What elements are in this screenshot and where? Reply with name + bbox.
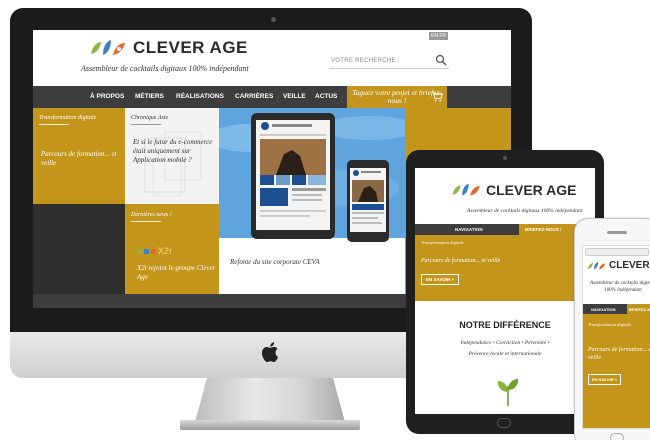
phone-gold-tile[interactable]: [583, 314, 650, 428]
tablet-camera: [503, 156, 507, 160]
search-icon[interactable]: [435, 54, 447, 66]
nav-item-carrieres[interactable]: CARRIÈRES: [235, 93, 273, 100]
leaf-icon: [497, 379, 519, 407]
tile-title: X2i rejoint le groupe Clever Age: [137, 264, 216, 281]
tablet-section-heading: NOTRE DIFFÉRENCE: [459, 320, 551, 330]
phone-home-button[interactable]: [610, 433, 624, 440]
site-tagline: Assembleur de cocktails digitaux 100% in…: [81, 64, 249, 73]
tile-kicker: Chronique Asie: [131, 115, 169, 121]
nested-tablet-screen: [256, 120, 330, 230]
nav-item-metiers[interactable]: MÉTIERS: [135, 93, 164, 100]
tile-chronique-asie[interactable]: Chronique Asie Et si le futur du e-comme…: [125, 108, 219, 204]
brand-name: CLEVER AGE: [609, 260, 650, 271]
tablet-values-text: Indépendance • Conviction • Pérennité • …: [415, 338, 595, 360]
nested-tablet-mockup: [251, 113, 335, 239]
tablet-tagline: Assembleur de cocktails digitaux 100% in…: [467, 208, 583, 214]
leaf-logo-icon: [452, 183, 480, 196]
nav-item-veille[interactable]: VEILLE: [283, 93, 306, 100]
tile-transformation-digitale[interactable]: Transformation digitale Parcours de form…: [33, 108, 125, 204]
phone-nav-label: NAVIGATION: [591, 307, 616, 312]
phone-site-logo[interactable]: CLEVER AGE: [587, 260, 650, 271]
phone-tile-kicker: Transformation digitale: [588, 322, 631, 327]
device-mockup-stage: CLEVER AGE Assembleur de cocktails digit…: [0, 0, 650, 440]
x2i-logo-text: X2i: [158, 246, 172, 256]
site-header: CLEVER AGE Assembleur de cocktails digit…: [33, 30, 511, 86]
phone-website-screen: CLEVER AGE Assembleur de cocktails digit…: [582, 245, 650, 429]
ceva-site-preview: [256, 120, 330, 230]
phone-address-bar[interactable]: [585, 248, 649, 256]
imac-stand-foot: [180, 420, 360, 430]
phone-speaker: [607, 231, 627, 234]
tile-hero-caption-area: [219, 238, 405, 294]
brand-name: CLEVER AGE: [486, 182, 577, 198]
leaf-logo-icon: [91, 40, 125, 55]
kicker-rule: [39, 124, 69, 125]
brief-us-cta-label: Taguez votre projet et briefez-nous !: [352, 88, 442, 105]
brand-name: CLEVER AGE: [133, 38, 248, 57]
phone-device: CLEVER AGE Assembleur de cocktails digit…: [574, 218, 650, 440]
hero-caption: Refonte du site corporate CEVA: [230, 258, 320, 266]
site-logo[interactable]: CLEVER AGE: [89, 38, 248, 58]
search-input[interactable]: VOTRE RECHERCHE :: [331, 58, 400, 64]
tablet-values-line-2: Présence locale et internationale: [468, 351, 542, 357]
apple-logo-icon: [261, 342, 279, 363]
tile-title: Parcours de formation... et veille: [41, 150, 117, 167]
tablet-home-button[interactable]: [497, 418, 511, 428]
nested-phone-screen: [350, 168, 386, 232]
leaf-logo-icon: [588, 261, 605, 269]
phone-tile-title: Parcours de formation... et veille: [588, 347, 650, 361]
phone-more-button[interactable]: EN SAVOIR +: [588, 374, 622, 385]
tablet-tile-kicker: Transformation digitale: [421, 240, 464, 245]
nav-item-a-propos[interactable]: À PROPOS: [90, 93, 124, 100]
tablet-more-button[interactable]: EN SAVOIR +: [421, 274, 460, 285]
phone-brief-button[interactable]: BRIEFEZ-NOUS: [627, 304, 650, 314]
tile-kicker: Dernières news !: [131, 212, 172, 218]
imac-stand: [195, 378, 345, 422]
tablet-values-line-1: Indépendance • Conviction • Pérennité •: [460, 340, 550, 346]
tile-kicker: Transformation digitale: [39, 115, 97, 121]
cart-icon[interactable]: [431, 91, 443, 102]
nav-item-realisations[interactable]: RÉALISATIONS: [176, 93, 224, 100]
ceva-mobile-preview: [350, 168, 386, 232]
phone-tagline: Assembleur de cocktails digitaux 100% in…: [590, 281, 650, 293]
tablet-nav-label: NAVIGATION: [455, 227, 483, 232]
tablet-tile-title: Parcours de formation... et veille: [421, 258, 501, 264]
search-underline: [329, 68, 449, 69]
imac-camera: [271, 17, 276, 22]
nested-phone-mockup: [347, 160, 389, 242]
language-switch[interactable]: EN FR: [429, 32, 448, 40]
tile-dernieres-news[interactable]: Dernières news ! X2i X2i rejoint le grou…: [125, 204, 219, 294]
tile-dark-placeholder: [33, 204, 125, 294]
x2i-logo: X2i: [137, 246, 172, 256]
tile-title: Et si le futur du e-commerce était uniqu…: [133, 138, 213, 164]
tablet-site-logo[interactable]: CLEVER AGE: [451, 182, 577, 198]
tablet-website-screen: CLEVER AGE Assembleur de cocktails digit…: [415, 168, 595, 414]
nav-item-actus[interactable]: ACTUS: [315, 93, 337, 100]
kicker-rule: [131, 221, 161, 222]
kicker-rule: [131, 124, 161, 125]
